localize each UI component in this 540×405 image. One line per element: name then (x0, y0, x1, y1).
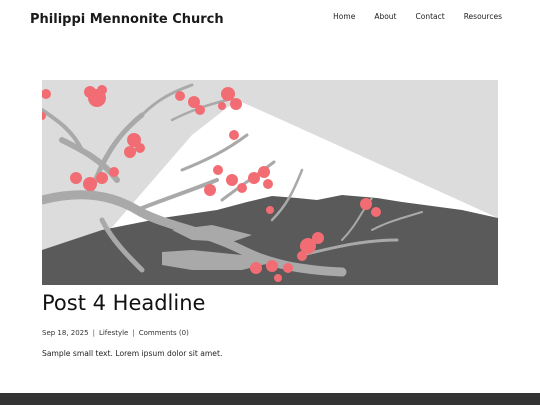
nav-item-home[interactable]: Home (333, 12, 355, 21)
post-category-link[interactable]: Lifestyle (99, 329, 128, 337)
site-header: Philippi Mennonite Church Home About Con… (0, 0, 540, 44)
post-date: Sep 18, 2025 (42, 329, 89, 337)
nav-item-resources[interactable]: Resources (464, 12, 502, 21)
site-title[interactable]: Philippi Mennonite Church (30, 12, 224, 27)
post-excerpt: Sample small text. Lorem ipsum dolor sit… (42, 349, 223, 358)
featured-image[interactable] (42, 80, 498, 285)
post-comments-link[interactable]: Comments (0) (139, 329, 189, 337)
cherry-blossom-mountain-illustration (42, 80, 498, 285)
post-meta: Sep 18, 2025 | Lifestyle | Comments (0) (42, 329, 189, 337)
meta-separator: | (132, 329, 135, 337)
main-nav: Home About Contact Resources (314, 12, 502, 21)
nav-item-about[interactable]: About (374, 12, 396, 21)
nav-item-contact[interactable]: Contact (416, 12, 445, 21)
footer-bar (0, 393, 540, 405)
post-title[interactable]: Post 4 Headline (42, 291, 205, 315)
meta-separator: | (92, 329, 95, 337)
